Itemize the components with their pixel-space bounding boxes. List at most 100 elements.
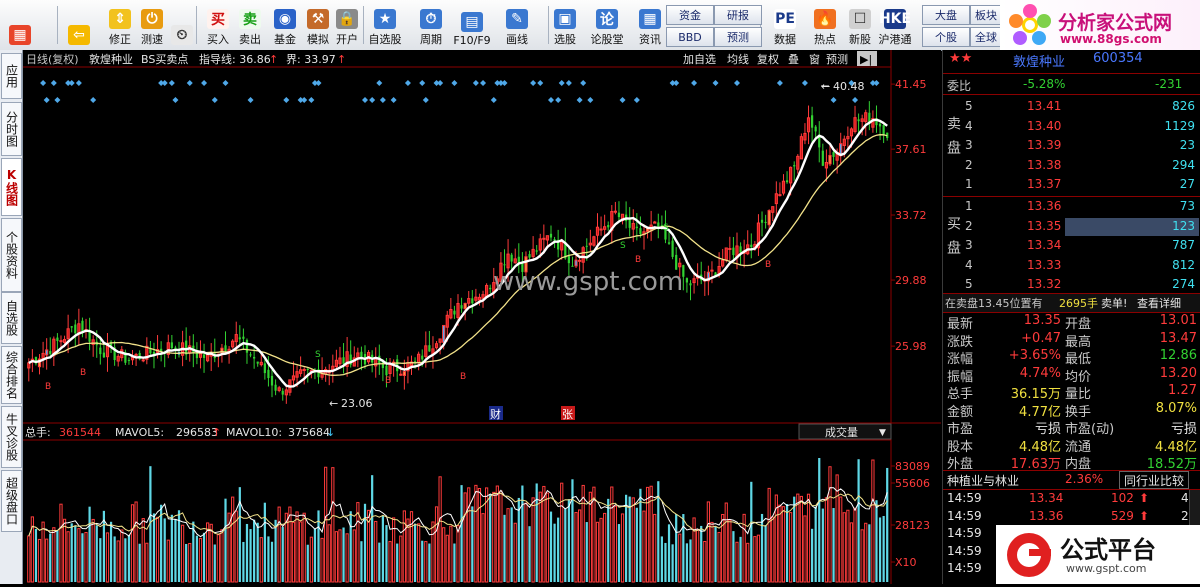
buy-level-row[interactable]: 4 13.33 812 <box>943 257 1200 275</box>
candle <box>284 389 288 396</box>
candle <box>864 112 868 123</box>
buy-signal-label: B <box>80 368 86 378</box>
toolbar-global-button[interactable]: 全球 <box>970 27 1002 47</box>
side-tab-0[interactable]: 应用 <box>1 53 22 99</box>
toolbar-separator <box>363 6 364 44</box>
toolbar-lock-button[interactable]: 🔒 开户 <box>330 3 364 47</box>
toolbar-grid-button[interactable]: ▦ <box>3 3 37 47</box>
buy-vol: 812 <box>1172 257 1195 272</box>
toolbar-pe-button[interactable]: PE 数据 <box>768 3 802 47</box>
buy-level-row[interactable]: 1 13.36 73 <box>943 198 1200 216</box>
toolbar-star-folder-button[interactable]: ★ 自选股 <box>368 3 402 47</box>
toolbar-power-button[interactable]: ⏻ 测速 <box>135 3 169 47</box>
volume-axis-label: 28123 <box>895 519 930 532</box>
toolbar-sell-button[interactable]: 卖卖出 <box>233 3 267 47</box>
industry-compare-button[interactable]: 同行业比较 <box>1119 471 1190 489</box>
toolbar-stock-button[interactable]: 个股 <box>922 27 970 47</box>
volume-bar <box>385 525 388 582</box>
kline-button-2[interactable]: 复权 <box>757 52 779 66</box>
side-tab-3[interactable]: 个股资料 <box>1 218 22 292</box>
notice-part: 卖单! <box>1101 297 1128 310</box>
volume-bar <box>113 536 116 582</box>
toolbar-label: 选股 <box>554 33 576 46</box>
buy-level-row[interactable]: 5 13.32 274 <box>943 276 1200 294</box>
candle <box>434 343 439 349</box>
toolbar-capital-button[interactable]: 资金 <box>666 5 714 25</box>
kline-button-5[interactable]: 预测 <box>826 53 848 66</box>
toolbar-forum-button[interactable]: 论论股堂 <box>590 3 624 47</box>
grid-icon: ▦ <box>9 25 31 45</box>
toolbar-forecast-button[interactable]: 预测 <box>714 27 762 47</box>
candle <box>402 371 406 376</box>
volume-bar <box>818 458 821 582</box>
sell-level-row[interactable]: 3 13.39 23 <box>943 137 1200 155</box>
side-tab-5[interactable]: 综合排名 <box>1 346 22 404</box>
sell-level-row[interactable]: 5 13.41 826 <box>943 98 1200 116</box>
volume-bar <box>74 525 77 582</box>
side-tabs: 应用分时图 K线图 个股资料 自选股 综合排名 牛叉诊股 超级盘口 <box>0 50 23 584</box>
buy-level-row[interactable]: 2 13.35 123 <box>943 217 1200 236</box>
side-tab-7[interactable]: 超级盘口 <box>1 470 22 532</box>
kline-button-1[interactable]: 均线 <box>727 52 749 66</box>
tick-vol: 102 <box>1111 491 1134 505</box>
toolbar-label: 基金 <box>274 33 296 46</box>
toolbar-period-clock-button[interactable]: ⏱ 周期 <box>414 3 448 47</box>
pen-icon: ✎ <box>506 9 528 29</box>
volume-bar <box>253 519 256 582</box>
kline-button-4[interactable]: 窗 <box>809 52 820 66</box>
toolbar-fund-button[interactable]: ◉ 基金 <box>268 3 302 47</box>
candle <box>810 115 814 128</box>
volume-bar <box>263 502 266 582</box>
side-tab-6[interactable]: 牛叉诊股 <box>1 406 22 468</box>
side-tab-1[interactable]: 分时图 <box>1 102 22 156</box>
kline-chart[interactable]: 日线(复权) 敦煌种业 BS买卖点 指导线: 36.86 界: 33.97↑ ↑ 加自选 均线… <box>23 50 941 584</box>
kline-header-item-0: 日线(复权) <box>26 52 79 66</box>
watermark: www.gspt.com <box>493 267 683 297</box>
industry-row[interactable]: 种植业与林业 2.36% 同行业比较 <box>943 471 1200 489</box>
toolbar-new-stock-button[interactable]: ☐ 新股 <box>843 3 877 47</box>
sell-level-row[interactable]: 2 13.38 294 <box>943 157 1200 175</box>
fund-icon: ◉ <box>274 9 296 29</box>
side-tab-2[interactable]: K线图 <box>1 158 22 216</box>
toolbar-back-arrow-button[interactable]: ⇦ <box>62 3 96 47</box>
candle <box>821 150 824 166</box>
volume-bar <box>567 499 570 582</box>
expand-icon[interactable]: ▶| <box>860 53 872 66</box>
toolbar-clock-button[interactable]: ⏲ <box>165 3 199 47</box>
favorite-star-icon[interactable]: ★★ <box>949 51 972 66</box>
sell-vol: 826 <box>1172 99 1195 113</box>
sell-price: 13.40 <box>1027 118 1062 133</box>
toolbar-bbd-button[interactable]: BBD <box>666 27 714 47</box>
candle <box>442 324 446 343</box>
toolbar-news-button[interactable]: ▦ 资讯 <box>633 3 667 47</box>
toolbar-fire-button[interactable]: 🔥 热点 <box>808 3 842 47</box>
buy-level-row[interactable]: 3 13.34 787 <box>943 237 1200 255</box>
toolbar-pen-button[interactable]: ✎ 画线 <box>500 3 534 47</box>
big-order-notice[interactable]: 在卖盘13.45位置有 2695手 卖单! 查看详细 <box>943 294 1200 312</box>
divider <box>943 73 1200 74</box>
kline-button-0[interactable]: 加自选 <box>683 53 716 66</box>
toolbar-table-button[interactable]: ▤ F10/F9 <box>453 3 491 47</box>
candle <box>549 233 553 238</box>
toolbar-sector-button[interactable]: 板块 <box>970 5 1002 25</box>
side-tab-4[interactable]: 自选股 <box>1 292 22 344</box>
finance-marker[interactable]: 财 <box>490 407 501 421</box>
toolbar-select-stock-button[interactable]: ▣ 选股 <box>548 3 582 47</box>
chevron-down-icon[interactable]: ▼ <box>879 428 886 438</box>
candle <box>824 161 829 169</box>
toolbar-research-button[interactable]: 研报 <box>714 5 762 25</box>
platform-title: 公式平台 <box>1060 536 1156 564</box>
candle <box>689 283 692 286</box>
kline-button-3[interactable]: 叠 <box>788 53 799 66</box>
toolbar-hk-button[interactable]: HKE 沪港通 <box>878 3 912 47</box>
volume-indicator-dropdown[interactable]: 成交量 <box>825 425 858 439</box>
toolbar-up-down-arrow-button[interactable]: ⇕ 修正 <box>103 3 137 47</box>
sell-level-row[interactable]: 4 13.40 1129 <box>943 118 1200 136</box>
rise-marker[interactable]: 张 <box>562 408 573 421</box>
toolbar-market-button[interactable]: 大盘 <box>922 5 970 25</box>
candle <box>635 226 638 229</box>
volume-bar <box>396 543 399 582</box>
sell-level-row[interactable]: 1 13.37 27 <box>943 176 1200 194</box>
toolbar-buy-button[interactable]: 买买入 <box>201 3 235 47</box>
candle <box>750 244 753 247</box>
